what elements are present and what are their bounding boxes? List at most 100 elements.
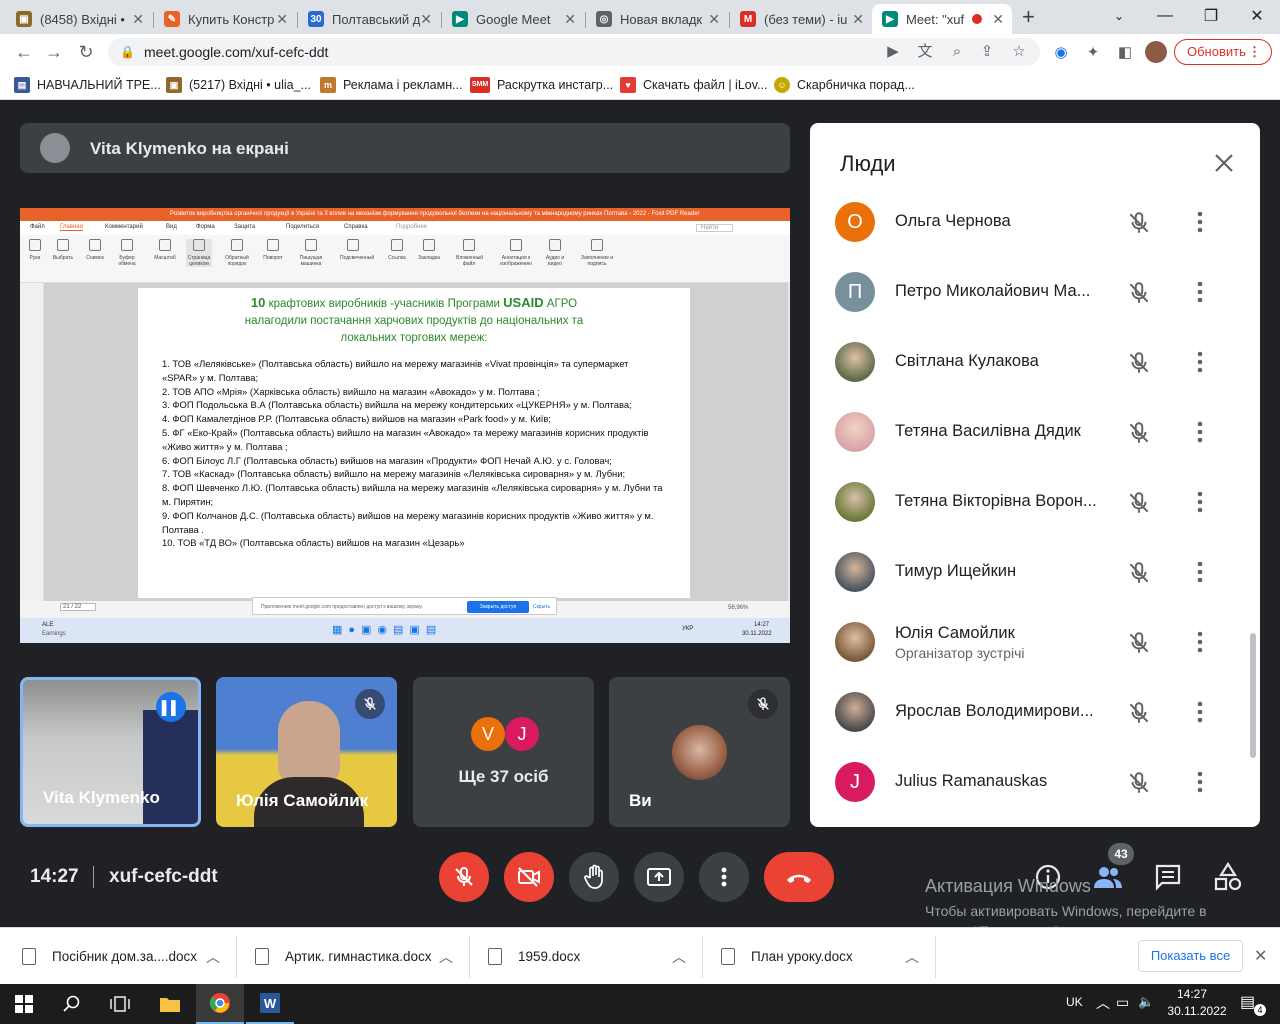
search-button[interactable] bbox=[48, 984, 96, 1024]
toggle-mic-button[interactable] bbox=[439, 852, 489, 902]
forward-icon[interactable]: → bbox=[42, 40, 66, 64]
participant-row[interactable]: Тимур Ищейкин bbox=[810, 537, 1260, 607]
bookmark[interactable]: ☺ Скарбничка порад... bbox=[774, 77, 915, 93]
notifications-icon[interactable]: ▤ bbox=[1240, 992, 1255, 1012]
participant-row[interactable]: О Ольга Чернова bbox=[810, 187, 1260, 257]
close-tab-icon[interactable]: ✕ bbox=[420, 11, 432, 28]
activities-button[interactable] bbox=[1211, 860, 1245, 894]
share-icon[interactable]: ⇪ bbox=[976, 41, 998, 63]
close-window-icon[interactable]: ✕ bbox=[1234, 0, 1280, 32]
bookmark[interactable]: ▣ (5217) Вхідні • ulia_... bbox=[166, 77, 311, 93]
bookmark[interactable]: SMM Раскрутка инстагр... bbox=[470, 77, 613, 93]
chevron-up-icon[interactable]: ︿ bbox=[206, 947, 220, 967]
close-tab-icon[interactable]: ✕ bbox=[276, 11, 288, 28]
close-tab-icon[interactable]: ✕ bbox=[132, 11, 144, 28]
present-screen-button[interactable] bbox=[634, 852, 684, 902]
participant-row[interactable]: Тетяна Вікторівна Ворон... bbox=[810, 467, 1260, 537]
more-options-icon[interactable] bbox=[1190, 209, 1210, 235]
chevron-up-icon[interactable]: ︿ bbox=[1096, 993, 1110, 1013]
more-participants-tile[interactable]: V J Ще 37 осіб bbox=[413, 677, 594, 827]
star-icon[interactable]: ☆ bbox=[1008, 41, 1030, 63]
back-icon[interactable]: ← bbox=[12, 40, 36, 64]
download-item[interactable]: 1959.docx ︿ bbox=[488, 928, 698, 985]
browser-tab[interactable]: ▣ (8458) Вхідні • ✕ bbox=[6, 4, 152, 34]
camera-icon[interactable]: ▶ bbox=[882, 41, 904, 63]
participant-tile[interactable]: Юлія Самойлик bbox=[216, 677, 397, 827]
browser-tab[interactable]: ▶ Google Meet ✕ bbox=[442, 4, 584, 34]
chevron-up-icon[interactable]: ︿ bbox=[439, 947, 453, 967]
chevron-up-icon[interactable]: ︿ bbox=[905, 947, 919, 967]
bookmark[interactable]: ♥ Скачать файл | iLov... bbox=[620, 77, 767, 93]
more-options-icon[interactable] bbox=[1190, 489, 1210, 515]
browser-tab[interactable]: ✎ Купить Констр ✕ bbox=[154, 4, 296, 34]
bookmark[interactable]: ▤ НАВЧАЛЬНИЙ ТРЕ... bbox=[14, 77, 161, 93]
participant-row[interactable]: Юлія Самойлик Організатор зустрічі bbox=[810, 607, 1260, 677]
vpn-extension-icon[interactable]: ◉ bbox=[1050, 41, 1072, 63]
mic-off-icon[interactable] bbox=[1126, 700, 1152, 726]
more-options-icon[interactable] bbox=[1190, 349, 1210, 375]
more-options-icon[interactable] bbox=[1190, 699, 1210, 725]
translate-icon[interactable]: 文 bbox=[914, 41, 936, 63]
mic-off-icon[interactable] bbox=[1126, 280, 1152, 306]
scrollbar[interactable] bbox=[1250, 633, 1256, 758]
download-item[interactable]: Посібник дом.за....docx ︿ bbox=[22, 928, 232, 985]
language-indicator[interactable]: UK bbox=[1066, 995, 1083, 1009]
more-options-button[interactable] bbox=[699, 852, 749, 902]
zoom-icon[interactable]: ⌕ bbox=[946, 41, 968, 63]
self-tile[interactable]: Ви bbox=[609, 677, 790, 827]
mic-off-icon[interactable] bbox=[1126, 770, 1152, 796]
participant-row[interactable]: П Петро Миколайович Ма... bbox=[810, 257, 1260, 327]
close-tab-icon[interactable]: ✕ bbox=[564, 11, 576, 28]
tray-date[interactable]: 30.11.2022 bbox=[1162, 1004, 1232, 1018]
extensions-icon[interactable]: ✦ bbox=[1082, 41, 1104, 63]
mic-off-icon[interactable] bbox=[1126, 350, 1152, 376]
participant-row[interactable]: Світлана Кулакова bbox=[810, 327, 1260, 397]
more-options-icon[interactable] bbox=[1190, 419, 1210, 445]
browser-tab-active[interactable]: ▶ Meet: "xuf ✕ bbox=[872, 4, 1012, 34]
mic-off-icon[interactable] bbox=[1126, 210, 1152, 236]
participant-tile[interactable]: ▌▌ Vita Klymenko bbox=[20, 677, 201, 827]
more-options-icon[interactable] bbox=[1190, 629, 1210, 655]
close-tab-icon[interactable]: ✕ bbox=[708, 11, 720, 28]
close-icon[interactable] bbox=[1212, 151, 1236, 175]
chevron-up-icon[interactable]: ︿ bbox=[672, 947, 686, 967]
download-item[interactable]: План уроку.docx ︿ bbox=[721, 928, 931, 985]
browser-tab[interactable]: ◎ Новая вкладк ✕ bbox=[586, 4, 728, 34]
more-options-icon[interactable] bbox=[1190, 279, 1210, 305]
mic-off-icon[interactable] bbox=[1126, 560, 1152, 586]
raise-hand-button[interactable] bbox=[569, 852, 619, 902]
show-all-downloads-button[interactable]: Показать все bbox=[1138, 940, 1243, 972]
minimize-icon[interactable]: — bbox=[1142, 0, 1188, 32]
new-tab-icon[interactable]: + bbox=[1022, 4, 1035, 30]
close-downloads-icon[interactable]: ✕ bbox=[1254, 946, 1267, 966]
word-taskbar-button[interactable]: W bbox=[246, 984, 294, 1024]
tray-time[interactable]: 14:27 bbox=[1162, 987, 1222, 1001]
download-item[interactable]: Артик. гимнастика.docx ︿ bbox=[255, 928, 465, 985]
task-view-button[interactable] bbox=[96, 984, 144, 1024]
more-options-icon[interactable] bbox=[1190, 559, 1210, 585]
bookmark[interactable]: m Реклама і рекламн... bbox=[320, 77, 463, 93]
mic-off-icon[interactable] bbox=[1126, 420, 1152, 446]
network-icon[interactable]: ▭ bbox=[1116, 994, 1129, 1011]
start-button[interactable] bbox=[0, 984, 48, 1024]
more-options-icon[interactable] bbox=[1190, 769, 1210, 795]
sidepanel-icon[interactable]: ◧ bbox=[1114, 41, 1136, 63]
close-tab-icon[interactable]: ✕ bbox=[992, 11, 1004, 28]
mic-off-icon[interactable] bbox=[1126, 490, 1152, 516]
update-button[interactable]: Обновить ⋮ bbox=[1174, 39, 1272, 65]
browser-tab[interactable]: M (без теми) - іu ✕ bbox=[730, 4, 872, 34]
address-bar[interactable]: 🔒 meet.google.com/xuf-cefc-ddt ▶ 文 ⌕ ⇪ ☆ bbox=[108, 38, 1040, 66]
mic-off-icon[interactable] bbox=[1126, 630, 1152, 656]
toggle-camera-button[interactable] bbox=[504, 852, 554, 902]
close-tab-icon[interactable]: ✕ bbox=[852, 11, 864, 28]
volume-icon[interactable]: 🔈 bbox=[1138, 994, 1154, 1010]
profile-avatar[interactable] bbox=[1145, 41, 1167, 63]
participant-row[interactable]: Ярослав Володимирови... bbox=[810, 677, 1260, 747]
restore-icon[interactable]: ❐ bbox=[1188, 0, 1234, 32]
reload-icon[interactable]: ↻ bbox=[74, 40, 98, 64]
file-explorer-button[interactable] bbox=[146, 984, 194, 1024]
browser-tab[interactable]: 30 Полтавський д ✕ bbox=[298, 4, 440, 34]
participant-row[interactable]: Тетяна Василівна Дядик bbox=[810, 397, 1260, 467]
tab-search-icon[interactable]: ⌄ bbox=[1096, 0, 1142, 32]
participant-row[interactable]: J Julius Ramanauskas bbox=[810, 747, 1260, 817]
